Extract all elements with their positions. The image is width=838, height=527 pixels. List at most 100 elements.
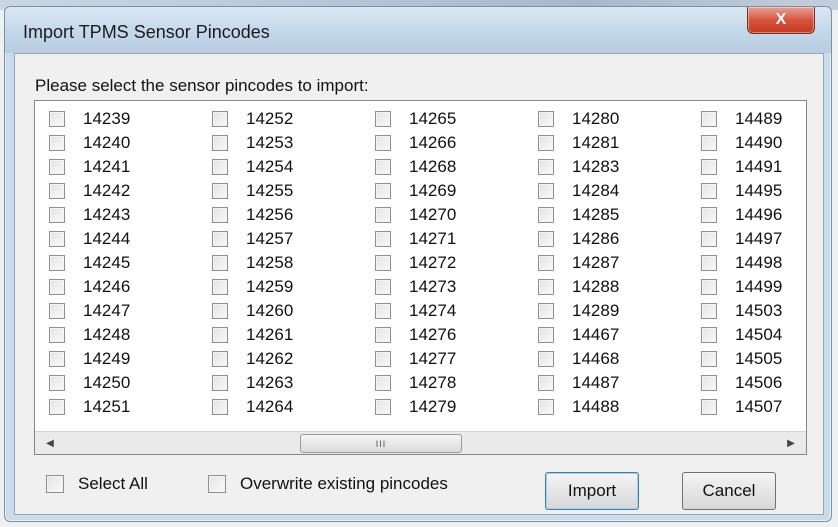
pincode-checkbox[interactable] — [538, 255, 554, 271]
pincode-checkbox[interactable] — [701, 183, 717, 199]
pincode-item[interactable]: 14246 — [49, 275, 130, 299]
pincode-checkbox[interactable] — [701, 231, 717, 247]
pincode-item[interactable]: 14272 — [375, 251, 456, 275]
pincode-item[interactable]: 14468 — [538, 347, 619, 371]
pincode-item[interactable]: 14260 — [212, 299, 293, 323]
pincode-checkbox[interactable] — [538, 327, 554, 343]
pincode-checkbox[interactable] — [49, 231, 65, 247]
pincode-checkbox[interactable] — [538, 231, 554, 247]
pincode-item[interactable]: 14259 — [212, 275, 293, 299]
pincode-item[interactable]: 14266 — [375, 131, 456, 155]
pincode-checkbox[interactable] — [538, 159, 554, 175]
pincode-checkbox[interactable] — [538, 303, 554, 319]
pincode-checkbox[interactable] — [538, 375, 554, 391]
title-bar[interactable]: Import TPMS Sensor Pincodes X — [5, 7, 831, 53]
pincode-checkbox[interactable] — [212, 327, 228, 343]
pincode-item[interactable]: 14286 — [538, 227, 619, 251]
pincode-item[interactable]: 14254 — [212, 155, 293, 179]
pincode-checkbox[interactable] — [212, 207, 228, 223]
pincode-item[interactable]: 14273 — [375, 275, 456, 299]
pincode-item[interactable]: 14281 — [538, 131, 619, 155]
pincode-checkbox[interactable] — [49, 399, 65, 415]
pincode-item[interactable]: 14507 — [701, 395, 782, 419]
pincode-checkbox[interactable] — [701, 351, 717, 367]
pincode-item[interactable]: 14262 — [212, 347, 293, 371]
pincode-checkbox[interactable] — [538, 135, 554, 151]
pincode-item[interactable]: 14270 — [375, 203, 456, 227]
pincode-item[interactable]: 14491 — [701, 155, 782, 179]
pincode-checkbox[interactable] — [212, 111, 228, 127]
pincode-item[interactable]: 14251 — [49, 395, 130, 419]
pincode-checkbox[interactable] — [49, 375, 65, 391]
pincode-checkbox[interactable] — [701, 375, 717, 391]
pincode-list[interactable]: 14239 14240 14241 14242 14243 14244 14245 14246… — [34, 100, 807, 455]
pincode-checkbox[interactable] — [375, 255, 391, 271]
pincode-checkbox[interactable] — [701, 303, 717, 319]
pincode-item[interactable]: 14247 — [49, 299, 130, 323]
scroll-right-button[interactable]: ▶ — [780, 432, 802, 454]
pincode-checkbox[interactable] — [49, 183, 65, 199]
pincode-item[interactable]: 14504 — [701, 323, 782, 347]
pincode-checkbox[interactable] — [375, 351, 391, 367]
pincode-checkbox[interactable] — [375, 279, 391, 295]
pincode-checkbox[interactable] — [212, 183, 228, 199]
pincode-item[interactable]: 14506 — [701, 371, 782, 395]
pincode-item[interactable]: 14283 — [538, 155, 619, 179]
pincode-checkbox[interactable] — [375, 207, 391, 223]
pincode-checkbox[interactable] — [701, 279, 717, 295]
pincode-checkbox[interactable] — [538, 183, 554, 199]
pincode-item[interactable]: 14255 — [212, 179, 293, 203]
pincode-item[interactable]: 14498 — [701, 251, 782, 275]
pincode-item[interactable]: 14284 — [538, 179, 619, 203]
pincode-item[interactable]: 14467 — [538, 323, 619, 347]
import-button[interactable]: Import — [545, 472, 639, 510]
pincode-item[interactable]: 14269 — [375, 179, 456, 203]
pincode-checkbox[interactable] — [375, 303, 391, 319]
pincode-item[interactable]: 14503 — [701, 299, 782, 323]
pincode-item[interactable]: 14271 — [375, 227, 456, 251]
pincode-checkbox[interactable] — [49, 351, 65, 367]
pincode-checkbox[interactable] — [49, 111, 65, 127]
pincode-checkbox[interactable] — [701, 159, 717, 175]
pincode-checkbox[interactable] — [538, 111, 554, 127]
pincode-item[interactable]: 14289 — [538, 299, 619, 323]
pincode-checkbox[interactable] — [49, 327, 65, 343]
pincode-checkbox[interactable] — [212, 231, 228, 247]
pincode-item[interactable]: 14279 — [375, 395, 456, 419]
pincode-checkbox[interactable] — [49, 255, 65, 271]
pincode-checkbox[interactable] — [375, 159, 391, 175]
pincode-checkbox[interactable] — [49, 279, 65, 295]
pincode-checkbox[interactable] — [49, 207, 65, 223]
pincode-checkbox[interactable] — [701, 399, 717, 415]
horizontal-scrollbar[interactable]: ◀ III ▶ — [35, 431, 806, 454]
pincode-item[interactable]: 14242 — [49, 179, 130, 203]
pincode-item[interactable]: 14277 — [375, 347, 456, 371]
pincode-item[interactable]: 14499 — [701, 275, 782, 299]
pincode-checkbox[interactable] — [375, 399, 391, 415]
pincode-checkbox[interactable] — [701, 255, 717, 271]
select-all-checkbox[interactable] — [46, 475, 64, 493]
pincode-item[interactable]: 14280 — [538, 107, 619, 131]
pincode-item[interactable]: 14265 — [375, 107, 456, 131]
pincode-item[interactable]: 14490 — [701, 131, 782, 155]
pincode-item[interactable]: 14285 — [538, 203, 619, 227]
pincode-checkbox[interactable] — [375, 135, 391, 151]
pincode-item[interactable]: 14264 — [212, 395, 293, 419]
pincode-checkbox[interactable] — [375, 327, 391, 343]
pincode-checkbox[interactable] — [212, 303, 228, 319]
overwrite-checkbox[interactable] — [208, 475, 226, 493]
pincode-item[interactable]: 14487 — [538, 371, 619, 395]
pincode-item[interactable]: 14288 — [538, 275, 619, 299]
pincode-checkbox[interactable] — [701, 135, 717, 151]
overwrite-option[interactable]: Overwrite existing pincodes — [208, 474, 448, 494]
pincode-checkbox[interactable] — [212, 351, 228, 367]
pincode-item[interactable]: 14497 — [701, 227, 782, 251]
pincode-checkbox[interactable] — [538, 399, 554, 415]
pincode-checkbox[interactable] — [49, 159, 65, 175]
pincode-checkbox[interactable] — [538, 351, 554, 367]
pincode-item[interactable]: 14244 — [49, 227, 130, 251]
pincode-item[interactable]: 14488 — [538, 395, 619, 419]
pincode-item[interactable]: 14258 — [212, 251, 293, 275]
pincode-checkbox[interactable] — [49, 303, 65, 319]
pincode-checkbox[interactable] — [701, 327, 717, 343]
